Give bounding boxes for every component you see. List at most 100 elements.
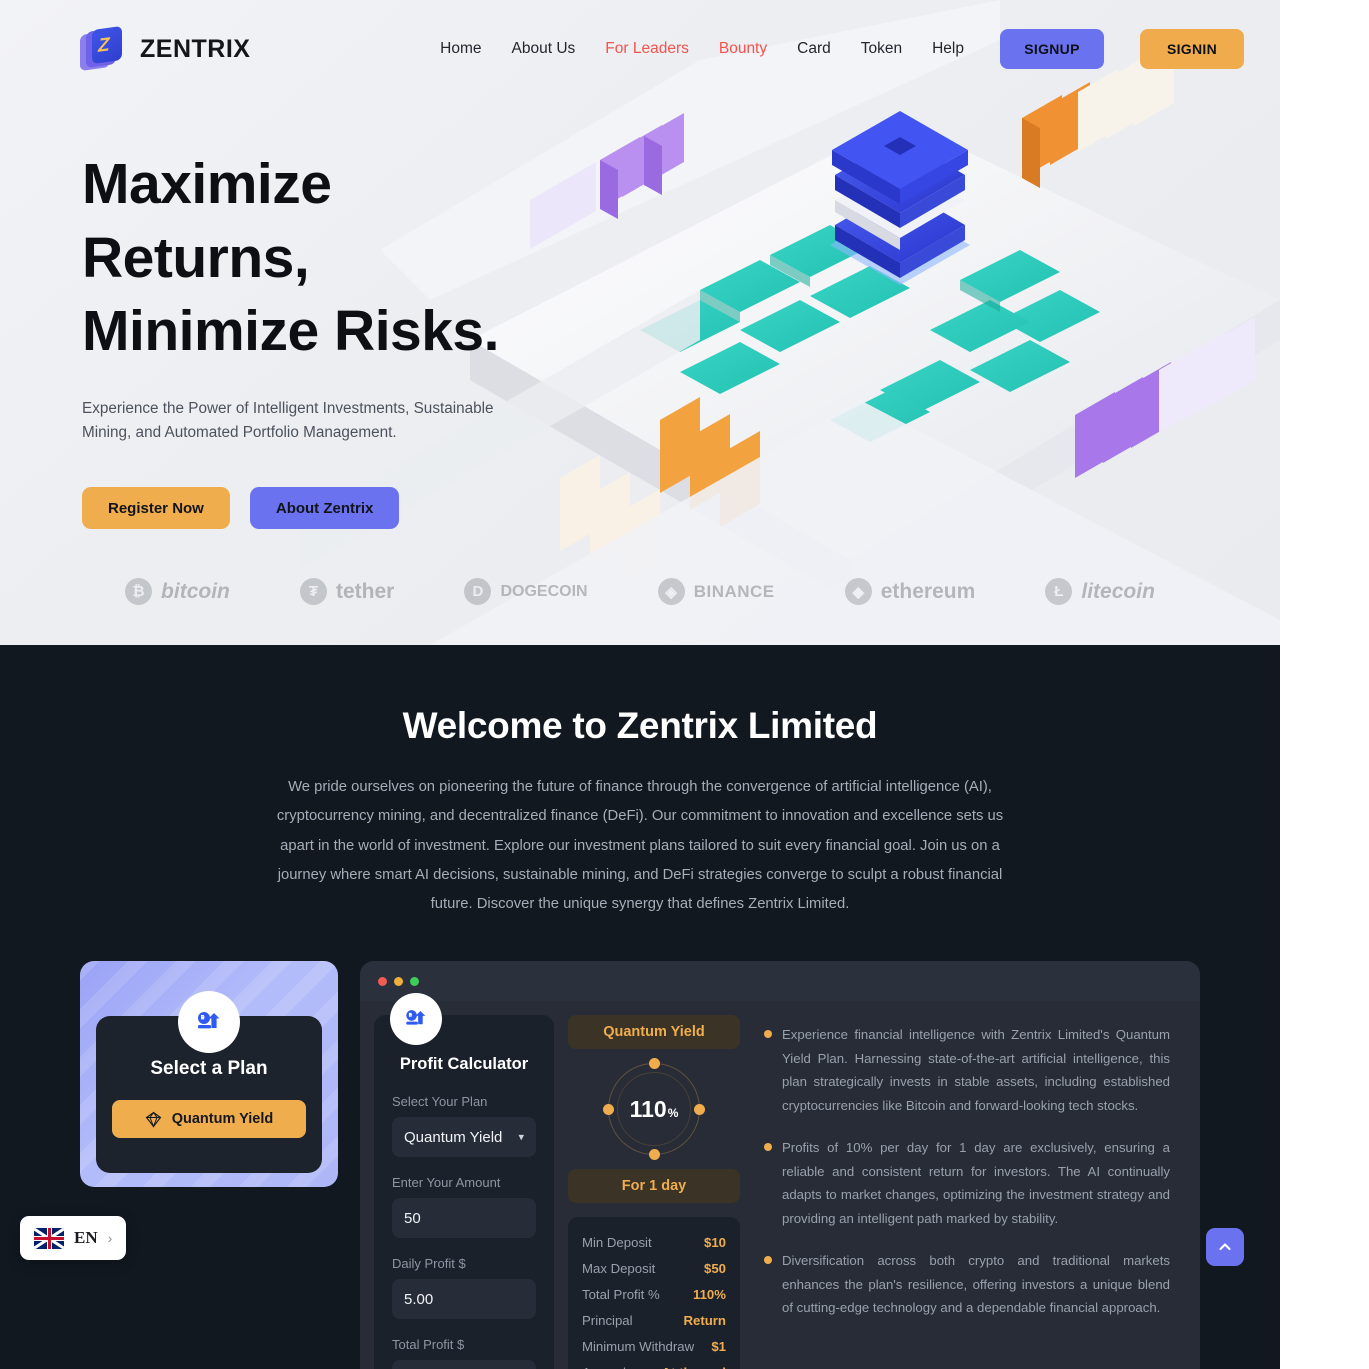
language-selector[interactable]: EN › — [20, 1216, 127, 1260]
plan-quantum-yield-button[interactable]: Quantum Yield — [112, 1100, 306, 1139]
detail-value: $1 — [711, 1338, 726, 1354]
chevron-right-icon: › — [107, 1230, 113, 1246]
detail-value: $50 — [703, 1260, 726, 1276]
window-close-dot[interactable] — [378, 976, 387, 986]
coin-label: DOGECOIN — [500, 582, 588, 600]
select-plan-dropdown[interactable]: ▾ — [392, 1117, 536, 1158]
signin-button[interactable]: SIGNIN — [1140, 29, 1244, 69]
coin-label: litecoin — [1081, 579, 1155, 603]
list-item: Profits of 10% per day for 1 day are exc… — [764, 1136, 1170, 1230]
chevron-up-icon — [1219, 1243, 1231, 1251]
bullet-text: Diversification across both crypto and t… — [782, 1253, 1170, 1316]
table-row: Principal Return — [582, 1307, 726, 1333]
total-profit-input — [392, 1360, 536, 1369]
bullet-dot-icon — [764, 1143, 772, 1152]
scroll-to-top-button[interactable] — [1206, 1228, 1244, 1266]
daily-profit-label: Daily Profit $ — [392, 1256, 466, 1272]
tether-icon: ₮ — [299, 578, 327, 605]
list-item: Experience financial intelligence with Z… — [764, 1023, 1170, 1117]
coin-ethereum: ◆ ethereum — [844, 578, 976, 605]
detail-key: Principal — [582, 1312, 633, 1328]
detail-value: $10 — [703, 1234, 726, 1250]
coin-label: BINANCE — [693, 581, 775, 601]
gauge-value: 110% — [608, 1063, 700, 1155]
plan-description-list: Experience financial intelligence with Z… — [754, 1015, 1186, 1369]
select-plan-title: Select a Plan — [150, 1058, 268, 1080]
coin-bitcoin: ₿ bitcoin — [125, 578, 230, 605]
profit-gauge: 110% — [568, 1058, 740, 1161]
profit-growth-icon — [390, 993, 442, 1046]
coin-dogecoin: D DOGECOIN — [464, 578, 588, 605]
bitcoin-icon: ₿ — [125, 578, 153, 605]
profit-growth-icon — [178, 991, 240, 1054]
about-zentrix-button[interactable]: About Zentrix — [249, 487, 400, 530]
plan-summary-column: Quantum Yield 110% For 1 day Min Deposit… — [554, 1015, 754, 1369]
detail-value: Return — [683, 1312, 727, 1328]
hero-subtitle: Experience the Power of Intelligent Inve… — [82, 399, 494, 442]
select-plan-card: Select a Plan Quantum Yield — [80, 961, 338, 1188]
dogecoin-icon: D — [464, 578, 492, 605]
table-row: Accruals At the end — [582, 1359, 726, 1369]
select-plan-label: Select Your Plan — [392, 1094, 488, 1110]
language-code: EN — [74, 1228, 98, 1247]
window-body: Profit Calculator Select Your Plan ▾ Ent… — [360, 993, 1200, 1369]
window-minimize-dot[interactable] — [394, 976, 403, 986]
gauge-circle: 110% — [603, 1058, 705, 1161]
select-plan-input[interactable] — [392, 1117, 536, 1158]
nav-link-home[interactable]: Home — [440, 40, 481, 58]
coin-binance: ◈ BINANCE — [657, 578, 775, 605]
nav-link-bounty[interactable]: Bounty — [719, 40, 767, 58]
coin-label: tether — [335, 579, 395, 603]
plan-details-table: Min Deposit $10 Max Deposit $50 Total Pr… — [568, 1217, 740, 1369]
hero-title-line-2: Returns, — [82, 225, 310, 290]
register-now-button[interactable]: Register Now — [82, 487, 230, 530]
table-row: Min Deposit $10 — [582, 1229, 726, 1255]
window-titlebar — [360, 961, 1200, 1002]
amount-input[interactable] — [392, 1198, 536, 1239]
coin-label: bitcoin — [161, 579, 230, 603]
zentrix-logo-icon: Z — [80, 25, 126, 72]
gauge-percent-suffix: % — [667, 1106, 679, 1121]
brand-name: ZENTRIX — [140, 34, 251, 63]
nav-link-about-us[interactable]: About Us — [512, 40, 576, 58]
diamond-icon — [145, 1111, 162, 1128]
binance-icon: ◈ — [657, 578, 685, 605]
total-profit-label: Total Profit $ — [392, 1337, 465, 1353]
logo-letter: Z — [98, 34, 110, 57]
main-navigation: Z ZENTRIX Home About Us For Leaders Boun… — [0, 0, 1280, 98]
list-item: Diversification across both crypto and t… — [764, 1249, 1170, 1320]
hero-title-line-1: Maximize — [82, 152, 332, 216]
calculator-heading: Profit Calculator — [399, 1055, 529, 1074]
uk-flag-icon — [34, 1227, 64, 1249]
welcome-section: Welcome to Zentrix Limited We pride ours… — [0, 645, 1280, 1369]
amount-label: Enter Your Amount — [392, 1175, 501, 1191]
hero-cta-group: Register Now About Zentrix — [82, 487, 560, 530]
welcome-body: We pride ourselves on pioneering the fut… — [276, 779, 1004, 913]
brand-logo[interactable]: Z ZENTRIX — [80, 25, 251, 72]
litecoin-icon: Ł — [1045, 578, 1073, 605]
nav-link-help[interactable]: Help — [932, 40, 964, 58]
nav-link-card[interactable]: Card — [797, 40, 831, 58]
calculator-form: Profit Calculator Select Your Plan ▾ Ent… — [374, 993, 554, 1369]
detail-key: Minimum Withdraw — [582, 1338, 695, 1354]
bullet-text: Profits of 10% per day for 1 day are exc… — [782, 1140, 1170, 1226]
nav-links: Home About Us For Leaders Bounty Card To… — [440, 29, 1244, 69]
hero-section: Z ZENTRIX Home About Us For Leaders Boun… — [0, 0, 1280, 645]
plan-duration-badge: For 1 day — [568, 1169, 740, 1204]
gauge-percent: 110 — [629, 1095, 667, 1122]
window-maximize-dot[interactable] — [410, 976, 419, 986]
coin-litecoin: Ł litecoin — [1045, 578, 1155, 605]
profit-growth-glyph — [406, 1010, 426, 1026]
detail-value: At the end — [662, 1365, 726, 1369]
signup-button[interactable]: SIGNUP — [1000, 29, 1104, 69]
coin-label: ethereum — [880, 579, 976, 603]
plan-name-badge: Quantum Yield — [568, 1015, 740, 1050]
hero-copy: Maximize Returns, Minimize Risks. Experi… — [0, 98, 560, 530]
nav-link-token[interactable]: Token — [861, 40, 902, 58]
nav-link-for-leaders[interactable]: For Leaders — [605, 40, 689, 58]
detail-key: Accruals — [582, 1365, 633, 1369]
page-root: Z ZENTRIX Home About Us For Leaders Boun… — [0, 0, 1280, 1369]
crypto-partners-strip: ₿ bitcoin ₮ tether D DOGECOIN ◈ BINANCE … — [0, 578, 1280, 605]
daily-profit-input — [392, 1279, 536, 1320]
coin-tether: ₮ tether — [299, 578, 395, 605]
